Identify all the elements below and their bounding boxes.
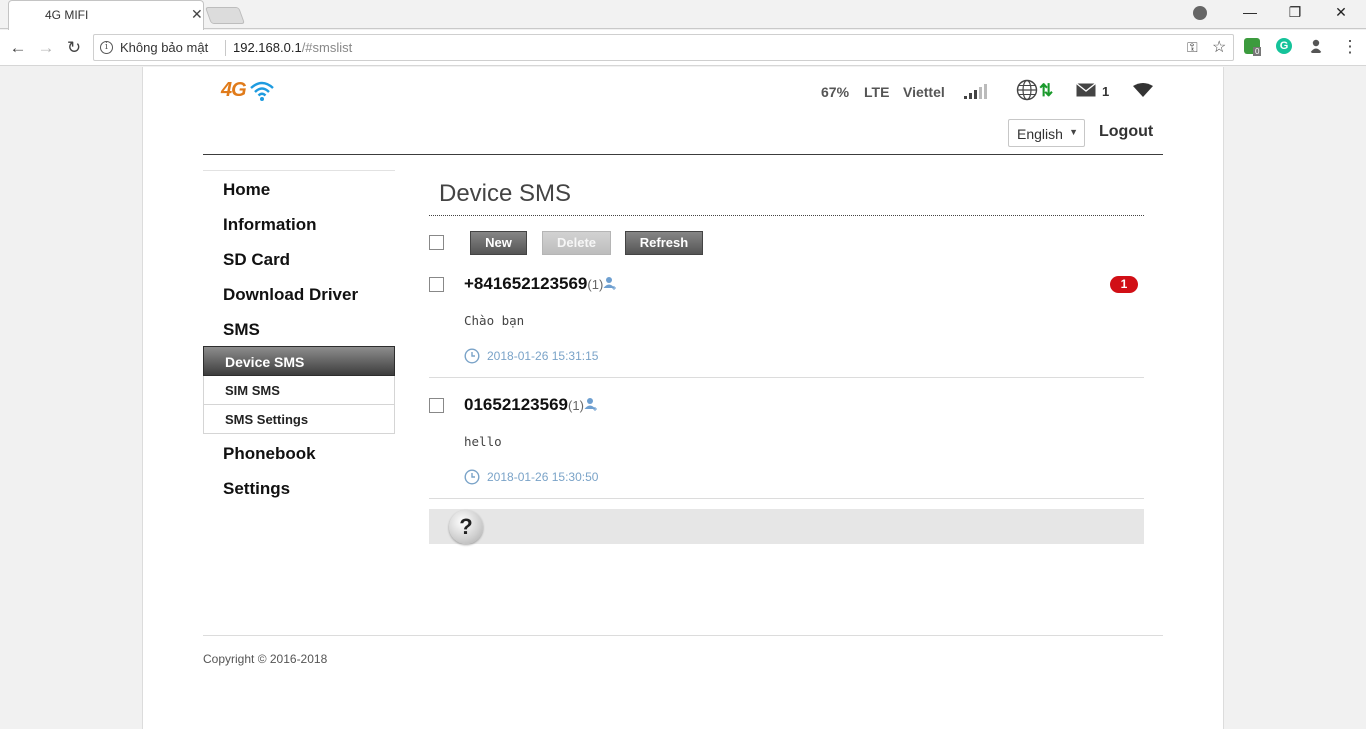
- browser-toolbar: ← → ↻ i Không bảo mật 192.168.0.1/#smsli…: [0, 30, 1366, 66]
- page-title: Device SMS: [439, 180, 572, 207]
- signal-bar: [979, 87, 982, 99]
- unread-badge: 1: [1110, 276, 1138, 293]
- message-content[interactable]: hello: [464, 434, 502, 449]
- add-contact-icon[interactable]: [584, 397, 598, 411]
- new-button[interactable]: New: [470, 231, 527, 255]
- profile-icon[interactable]: [1193, 6, 1207, 20]
- submenu-item-sms-settings[interactable]: SMS Settings: [203, 405, 395, 434]
- omnibox-separator: [225, 40, 226, 56]
- mail-icon[interactable]: [1076, 83, 1096, 97]
- message-divider: [429, 498, 1144, 499]
- message-time: 2018-01-26 15:31:15: [487, 349, 599, 363]
- signal-strength-icon: [964, 84, 987, 99]
- sidebar-item-home[interactable]: Home: [223, 180, 270, 200]
- url-text[interactable]: 192.168.0.1/#smslist: [233, 40, 352, 55]
- url-path: /#smslist: [301, 40, 353, 55]
- wifi-status-icon: [1133, 83, 1153, 97]
- sidebar-item-sd-card[interactable]: SD Card: [223, 250, 290, 270]
- message-divider: [429, 377, 1144, 378]
- sidebar-item-settings[interactable]: Settings: [223, 479, 290, 499]
- bookmark-star-icon[interactable]: ☆: [1212, 37, 1226, 57]
- message-number: 01652123569: [464, 395, 569, 414]
- info-icon[interactable]: i: [100, 41, 113, 54]
- carrier-name: Viettel: [903, 84, 945, 100]
- sidebar-item-sms[interactable]: SMS: [223, 320, 260, 340]
- extension-icon[interactable]: 0: [1244, 38, 1262, 56]
- browser-tab[interactable]: 4G MIFI ✕: [8, 0, 204, 30]
- signal-bar: [974, 90, 977, 99]
- browser-tabstrip: 4G MIFI ✕ — ❐ ✕: [0, 0, 1366, 30]
- message-thread-count: (1): [587, 277, 604, 292]
- submenu-item-sim-sms[interactable]: SIM SMS: [203, 376, 395, 405]
- logout-link[interactable]: Logout: [1099, 123, 1153, 141]
- extension-badge: 0: [1253, 47, 1262, 56]
- forward-icon[interactable]: →: [36, 38, 56, 58]
- data-transfer-icon: ⇅: [1039, 81, 1054, 100]
- key-icon[interactable]: ⚿: [1187, 39, 1198, 56]
- battery-level: 67%: [821, 84, 850, 100]
- message-checkbox[interactable]: [429, 398, 444, 413]
- message-number: +841652123569: [464, 274, 588, 293]
- new-tab-button[interactable]: [204, 7, 246, 24]
- address-bar[interactable]: i Không bảo mật 192.168.0.1/#smslist ⚿ ☆: [93, 34, 1234, 61]
- back-icon[interactable]: ←: [8, 38, 28, 58]
- chevron-down-icon: ▼: [1069, 127, 1078, 137]
- signal-bar: [984, 84, 987, 99]
- sidebar-top-divider: [203, 170, 395, 171]
- language-select[interactable]: English ▼: [1008, 119, 1085, 147]
- signal-bar: [969, 93, 972, 99]
- restore-icon[interactable]: ❐: [1281, 4, 1309, 21]
- reload-icon[interactable]: ↻: [64, 38, 84, 58]
- message-sender[interactable]: 01652123569(1): [464, 395, 598, 415]
- sidebar: Home Information SD Card Download Driver…: [203, 170, 395, 498]
- url-host: 192.168.0.1: [233, 40, 302, 55]
- close-window-icon[interactable]: ✕: [1327, 4, 1355, 21]
- logo: 4G: [221, 79, 275, 102]
- delete-button[interactable]: Delete: [542, 231, 611, 255]
- sms-submenu: Device SMS SIM SMS SMS Settings: [203, 346, 395, 434]
- header-divider: [203, 154, 1163, 155]
- network-type: LTE: [864, 84, 890, 100]
- tab-close-icon[interactable]: ✕: [191, 6, 203, 23]
- clock-icon: [464, 348, 480, 364]
- language-selected: English: [1017, 126, 1063, 142]
- sidebar-item-download-driver[interactable]: Download Driver: [223, 285, 358, 305]
- copyright-text: Copyright © 2016-2018: [203, 652, 328, 666]
- logo-text: 4G: [221, 79, 247, 101]
- globe-icon: [1016, 79, 1038, 101]
- message-time: 2018-01-26 15:30:50: [487, 470, 599, 484]
- message-thread-count: (1): [568, 398, 584, 413]
- select-all-checkbox[interactable]: [429, 235, 444, 250]
- help-icon[interactable]: ?: [449, 510, 483, 544]
- browser-menu-icon[interactable]: ⋮: [1340, 37, 1360, 57]
- security-label[interactable]: Không bảo mật: [120, 40, 208, 55]
- sidebar-item-information[interactable]: Information: [223, 215, 317, 235]
- wifi-logo-icon: [249, 81, 274, 101]
- footer-divider: [203, 635, 1163, 636]
- submenu-item-device-sms[interactable]: Device SMS: [203, 346, 395, 376]
- sms-count: 1: [1102, 84, 1110, 99]
- grammarly-icon[interactable]: G: [1276, 38, 1292, 54]
- minimize-icon[interactable]: —: [1236, 4, 1264, 20]
- title-divider: [429, 215, 1144, 216]
- refresh-button[interactable]: Refresh: [625, 231, 703, 255]
- message-content[interactable]: Chào bạn: [464, 313, 524, 328]
- signal-bar: [964, 96, 967, 99]
- sidebar-item-phonebook[interactable]: Phonebook: [223, 444, 316, 464]
- add-contact-icon[interactable]: [603, 276, 617, 290]
- tab-title: 4G MIFI: [45, 8, 89, 22]
- clock-icon: [464, 469, 480, 485]
- incognito-icon[interactable]: [1308, 38, 1324, 54]
- router-page: 4G 67% LTE Viettel ⇅ 1 English ▼ Logout …: [142, 67, 1224, 729]
- help-bar: ?: [429, 509, 1144, 544]
- message-checkbox[interactable]: [429, 277, 444, 292]
- message-sender[interactable]: +841652123569(1): [464, 274, 617, 294]
